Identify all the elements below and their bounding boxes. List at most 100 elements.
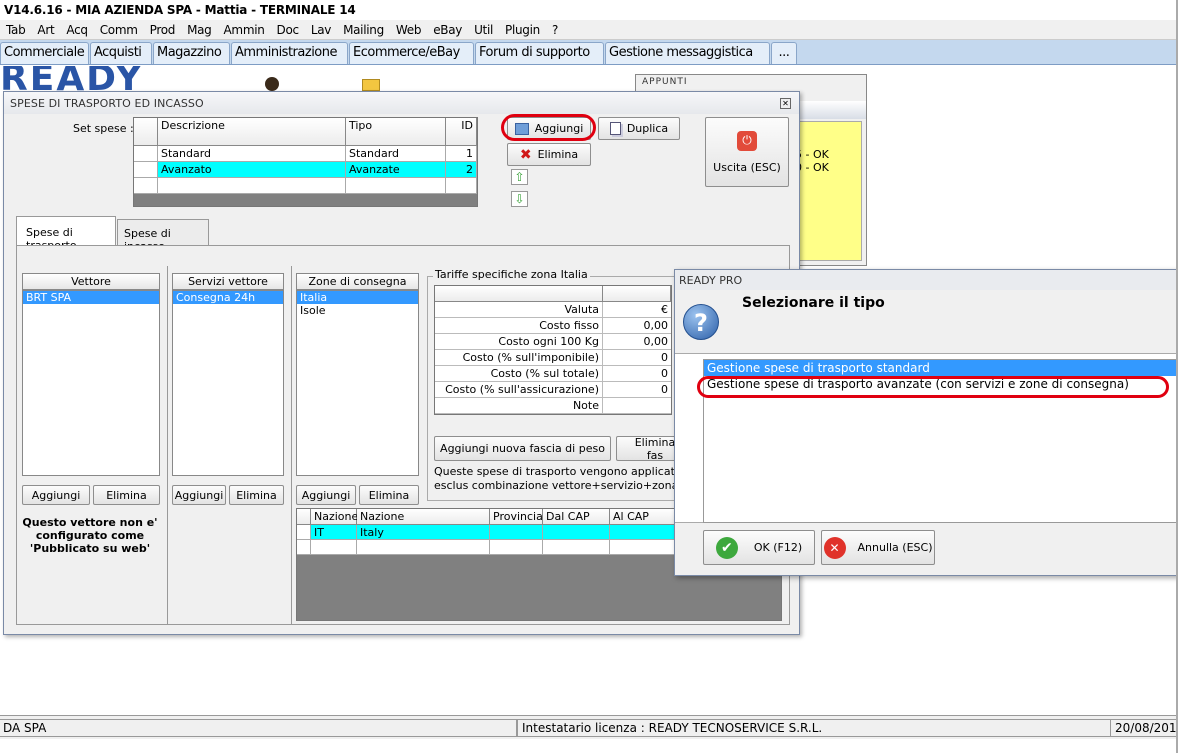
tab-acquisti[interactable]: Acquisti: [90, 42, 152, 64]
tariffe-info-text: Queste spese di trasporto vengono applic…: [434, 465, 682, 495]
cell-descrizione[interactable]: Avanzato: [158, 162, 346, 178]
tab-messaggistica[interactable]: Gestione messaggistica: [605, 42, 770, 64]
cell-nazione-code[interactable]: IT: [311, 525, 357, 540]
menu-item-acq[interactable]: Acq: [60, 23, 93, 37]
menu-item-util[interactable]: Util: [468, 23, 499, 37]
empty-cell[interactable]: [346, 178, 446, 194]
tariffa-value[interactable]: 0: [603, 366, 671, 382]
empty-cell[interactable]: [490, 540, 543, 555]
window-edge: [1176, 0, 1190, 753]
tariffa-label: Costo (% sul totale): [435, 366, 603, 382]
avatar-icon: [265, 77, 279, 91]
move-down-arrow-icon[interactable]: ⇩: [511, 191, 528, 207]
copy-icon: [609, 122, 621, 135]
list-item[interactable]: Consegna 24h: [173, 291, 283, 304]
cell-descrizione[interactable]: Standard: [158, 146, 346, 162]
cell-provincia[interactable]: [490, 525, 543, 540]
close-icon[interactable]: ✕: [780, 98, 791, 109]
menu-bar: Tab Art Acq Comm Prod Mag Ammin Doc Lav …: [0, 20, 1176, 40]
menu-item-comm[interactable]: Comm: [94, 23, 144, 37]
tab-amministrazione[interactable]: Amministrazione: [231, 42, 348, 64]
tariffa-label: Valuta: [435, 302, 603, 318]
menu-item-doc[interactable]: Doc: [271, 23, 305, 37]
menu-item-prod[interactable]: Prod: [144, 23, 181, 37]
zone-aggiungi-button[interactable]: Aggiungi: [296, 485, 356, 505]
list-item[interactable]: Isole: [297, 304, 418, 317]
tariffa-note-value[interactable]: [603, 398, 671, 414]
tariffe-legend: Tariffe specifiche zona Italia: [433, 268, 590, 281]
menu-item-plugin[interactable]: Plugin: [499, 23, 546, 37]
tariffa-value[interactable]: 0,00: [603, 318, 671, 334]
empty-cell[interactable]: [158, 178, 346, 194]
power-icon: ⏻: [737, 130, 757, 151]
tariffa-value[interactable]: 0: [603, 382, 671, 398]
menu-item-ammin[interactable]: Ammin: [218, 23, 271, 37]
tab-magazzino[interactable]: Magazzino: [153, 42, 230, 64]
cell-dal-cap[interactable]: [543, 525, 610, 540]
set-spese-grid: Descrizione Tipo ID Standard Standard 1 …: [133, 117, 478, 207]
select-type-dialog: READY PRO ? Selezionare il tipo Gestione…: [674, 269, 1179, 576]
elimina-set-button[interactable]: ✖ Elimina: [507, 143, 591, 166]
servizi-aggiungi-button[interactable]: Aggiungi: [172, 485, 226, 505]
tariffa-value[interactable]: 0,00: [603, 334, 671, 350]
check-icon: ✔: [715, 536, 738, 559]
tab-spese-trasporto[interactable]: Spese di trasporto: [16, 216, 116, 252]
tab-spese-incasso[interactable]: Spese di incasso: [117, 219, 209, 253]
empty-cell[interactable]: [311, 540, 357, 555]
list-item[interactable]: BRT SPA: [23, 291, 159, 304]
ready-logo: READY: [0, 66, 144, 92]
annulla-button[interactable]: ✕ Annulla (ESC): [821, 530, 935, 565]
menu-item-art[interactable]: Art: [31, 23, 60, 37]
menu-item-tab[interactable]: Tab: [0, 23, 31, 37]
cell-id[interactable]: 2: [446, 162, 477, 178]
col-header-id[interactable]: ID: [446, 118, 477, 146]
vettore-elimina-button[interactable]: Elimina: [93, 485, 160, 505]
window-edge: [0, 739, 1176, 753]
cancel-x-icon: ✕: [823, 536, 846, 559]
col-header-descrizione[interactable]: Descrizione: [158, 118, 346, 146]
tab-forum[interactable]: Forum di supporto: [475, 42, 604, 64]
empty-cell[interactable]: [543, 540, 610, 555]
menu-item-ebay[interactable]: eBay: [427, 23, 468, 37]
tab-commerciale[interactable]: Commerciale: [0, 42, 89, 64]
empty-cell[interactable]: [446, 178, 477, 194]
cell-tipo[interactable]: Avanzate: [346, 162, 446, 178]
menu-item-mailing[interactable]: Mailing: [337, 23, 390, 37]
highlight-ring: [501, 114, 596, 141]
col-header-tipo[interactable]: Tipo: [346, 118, 446, 146]
move-up-arrow-icon[interactable]: ⇧: [511, 169, 528, 185]
tariffa-label: Costo fisso: [435, 318, 603, 334]
list-item[interactable]: Italia: [297, 291, 418, 304]
duplica-button[interactable]: Duplica: [598, 117, 680, 140]
tab-more[interactable]: ...: [771, 42, 797, 64]
col-header-nazione[interactable]: Nazione: [357, 509, 490, 525]
status-company: DA SPA: [0, 719, 517, 737]
menu-item-web[interactable]: Web: [390, 23, 427, 37]
tariffa-value[interactable]: €: [603, 302, 671, 318]
ok-button[interactable]: ✔ OK (F12): [703, 530, 815, 565]
menu-item-lav[interactable]: Lav: [305, 23, 337, 37]
aggiungi-fascia-button[interactable]: Aggiungi nuova fascia di peso: [434, 436, 611, 461]
zone-elimina-button[interactable]: Elimina: [359, 485, 419, 505]
uscita-button[interactable]: ⏻ Uscita (ESC): [705, 117, 789, 187]
tariffa-value[interactable]: 0: [603, 350, 671, 366]
servizi-elimina-button[interactable]: Elimina: [229, 485, 284, 505]
col-header-provincia[interactable]: Provincia: [490, 509, 543, 525]
app-title: V14.6.16 - MIA AZIENDA SPA - Mattia - TE…: [4, 3, 356, 17]
cell-nazione[interactable]: Italy: [357, 525, 490, 540]
cell-id[interactable]: 1: [446, 146, 477, 162]
col-header-dal-cap[interactable]: Dal CAP: [543, 509, 610, 525]
empty-cell[interactable]: [357, 540, 490, 555]
col-header-nazione-code[interactable]: Nazione: [311, 509, 358, 525]
option-standard[interactable]: Gestione spese di trasporto standard: [704, 360, 1178, 376]
servizi-header: Servizi vettore: [172, 273, 284, 290]
vettore-list[interactable]: BRT SPA: [22, 290, 160, 476]
servizi-list[interactable]: Consegna 24h: [172, 290, 284, 476]
menu-item-help[interactable]: ?: [546, 23, 564, 37]
menu-item-mag[interactable]: Mag: [181, 23, 217, 37]
vettore-warning: Questo vettore non e' configurato come '…: [22, 516, 158, 555]
cell-tipo[interactable]: Standard: [346, 146, 446, 162]
vettore-aggiungi-button[interactable]: Aggiungi: [22, 485, 90, 505]
tab-ecommerce[interactable]: Ecommerce/eBay: [349, 42, 474, 64]
zone-list[interactable]: Italia Isole: [296, 290, 419, 476]
